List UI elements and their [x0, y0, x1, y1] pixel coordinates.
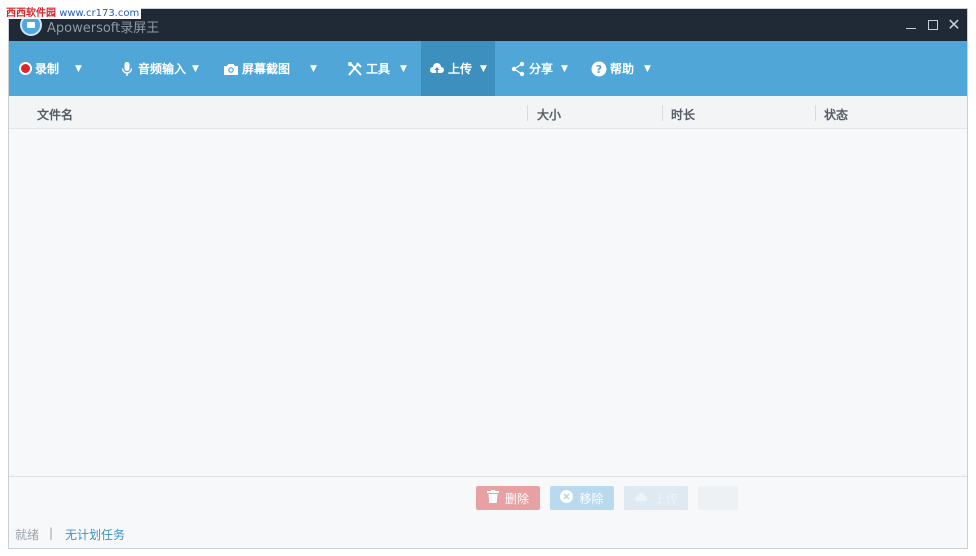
- extra-action-button[interactable]: [698, 486, 738, 510]
- tools-label: 工具: [366, 62, 391, 76]
- column-divider[interactable]: [527, 105, 528, 121]
- chevron-down-icon[interactable]: ▼: [192, 64, 199, 74]
- chevron-down-icon[interactable]: ▼: [310, 64, 317, 74]
- watermark-url: www.cr173.com: [59, 8, 140, 19]
- minimize-button[interactable]: [901, 15, 921, 35]
- share-menu[interactable]: 分享 ▼: [510, 41, 568, 96]
- upload-button-label: 上传: [653, 491, 678, 506]
- column-filename[interactable]: 文件名: [37, 106, 73, 123]
- column-divider[interactable]: [815, 105, 816, 121]
- maximize-icon: [928, 20, 938, 30]
- watermark-site: 西西软件园: [6, 8, 56, 19]
- column-duration[interactable]: 时长: [671, 106, 695, 123]
- remove-label: 移除: [579, 491, 604, 506]
- cloud-upload-icon: [634, 491, 648, 506]
- chevron-down-icon[interactable]: ▼: [400, 64, 407, 74]
- chevron-down-icon[interactable]: ▼: [561, 64, 568, 74]
- upload-menu[interactable]: 上传 ▼: [421, 41, 495, 96]
- column-status[interactable]: 状态: [824, 106, 848, 123]
- trash-icon: [486, 490, 499, 506]
- remove-button[interactable]: 移除: [550, 486, 614, 510]
- file-actions-bar: 删除 移除 上传: [9, 478, 967, 518]
- upload-button[interactable]: 上传: [624, 486, 688, 510]
- delete-label: 删除: [504, 491, 529, 506]
- cloud-upload-icon: [429, 61, 445, 77]
- chevron-down-icon[interactable]: ▼: [644, 64, 651, 74]
- help-icon: ?: [591, 61, 607, 77]
- screenshot-menu[interactable]: 屏幕截图 ▼: [223, 41, 317, 96]
- remove-circle-icon: [560, 490, 574, 506]
- close-icon: ✕: [947, 15, 961, 34]
- minimize-icon: [906, 28, 916, 29]
- audio-input-label: 音频输入: [138, 62, 187, 76]
- record-menu[interactable]: 录制 ▼: [19, 41, 82, 96]
- share-icon: [510, 61, 526, 77]
- status-bar: 就绪 | 无计划任务: [9, 518, 967, 548]
- title-bar[interactable]: Apowersoft录屏王 ✕: [9, 9, 967, 41]
- share-label: 分享: [529, 62, 554, 76]
- maximize-button[interactable]: [923, 15, 943, 35]
- column-size[interactable]: 大小: [537, 106, 561, 123]
- record-label: 录制: [35, 62, 60, 76]
- screenshot-label: 屏幕截图: [242, 62, 291, 76]
- close-button[interactable]: ✕: [944, 15, 964, 35]
- audio-input-menu[interactable]: 音频输入 ▼: [119, 41, 199, 96]
- tools-menu[interactable]: 工具 ▼: [347, 41, 407, 96]
- help-label: 帮助: [610, 62, 635, 76]
- app-window: Apowersoft录屏王 ✕ 录制 ▼ 音频输入 ▼ 屏幕截图 ▼ 工具 ▼ …: [8, 8, 968, 549]
- watermark: 西西软件园 www.cr173.com: [4, 8, 142, 19]
- chevron-down-icon[interactable]: ▼: [480, 64, 487, 74]
- status-text: 就绪: [15, 528, 40, 542]
- record-icon: [19, 62, 32, 75]
- file-list[interactable]: [9, 130, 967, 477]
- scheduled-tasks-link[interactable]: 无计划任务: [65, 526, 125, 543]
- column-divider[interactable]: [662, 105, 663, 121]
- app-title: Apowersoft录屏王: [47, 21, 160, 36]
- tools-icon: [347, 61, 363, 77]
- help-menu[interactable]: ? 帮助 ▼: [591, 41, 651, 96]
- main-toolbar: 录制 ▼ 音频输入 ▼ 屏幕截图 ▼ 工具 ▼ 上传 ▼ 分享 ▼ ? 帮助 ▼: [9, 41, 967, 96]
- delete-button[interactable]: 删除: [476, 486, 540, 510]
- camera-icon: [223, 61, 239, 77]
- chevron-down-icon[interactable]: ▼: [75, 64, 82, 74]
- file-table-header: 文件名 大小 时长 状态: [9, 96, 967, 129]
- microphone-icon: [119, 61, 135, 77]
- status-separator: |: [49, 526, 54, 540]
- svg-text:?: ?: [596, 63, 602, 76]
- upload-label: 上传: [448, 62, 473, 76]
